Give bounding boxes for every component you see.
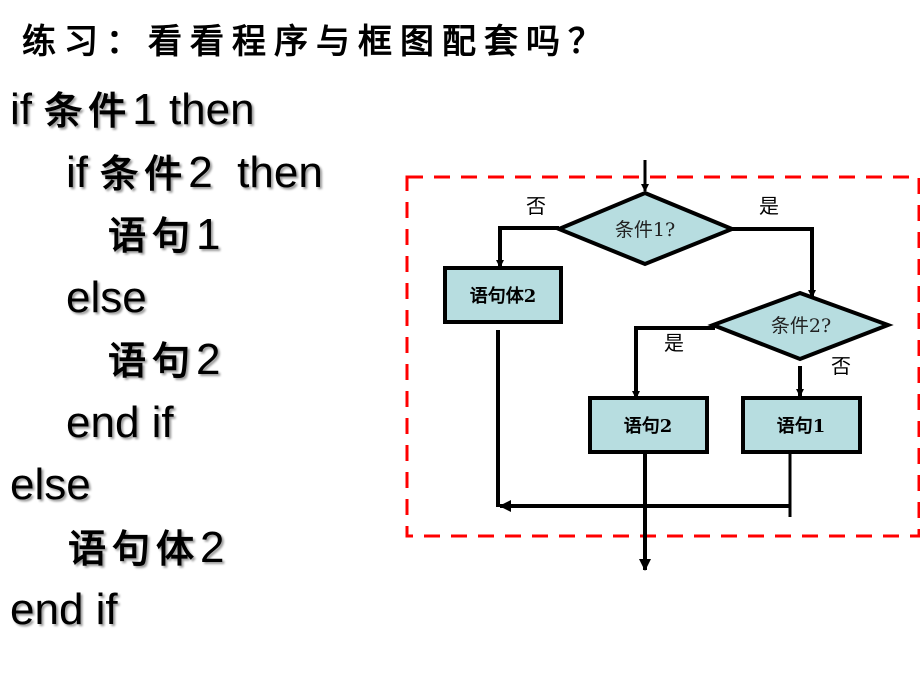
edge-d1-no (496, 226, 559, 268)
decision-condition2-label: 条件2? (771, 315, 831, 337)
decision-condition1-label: 条件1? (615, 219, 675, 241)
flowchart: 条件1? 否 是 语句体2 条件2? 是 否 语句2 语句1 (405, 160, 920, 571)
edge-d1-yes (732, 227, 816, 298)
label-d2-no: 否 (831, 354, 851, 378)
box-statement1-label: 语句1 (777, 415, 826, 437)
label-d1-yes: 是 (759, 194, 779, 218)
box-statement-body2-label: 语句体2 (470, 285, 537, 307)
label-d2-yes: 是 (664, 331, 684, 355)
box-statement2-label: 语句2 (624, 415, 673, 437)
label-d1-no: 否 (526, 194, 546, 218)
